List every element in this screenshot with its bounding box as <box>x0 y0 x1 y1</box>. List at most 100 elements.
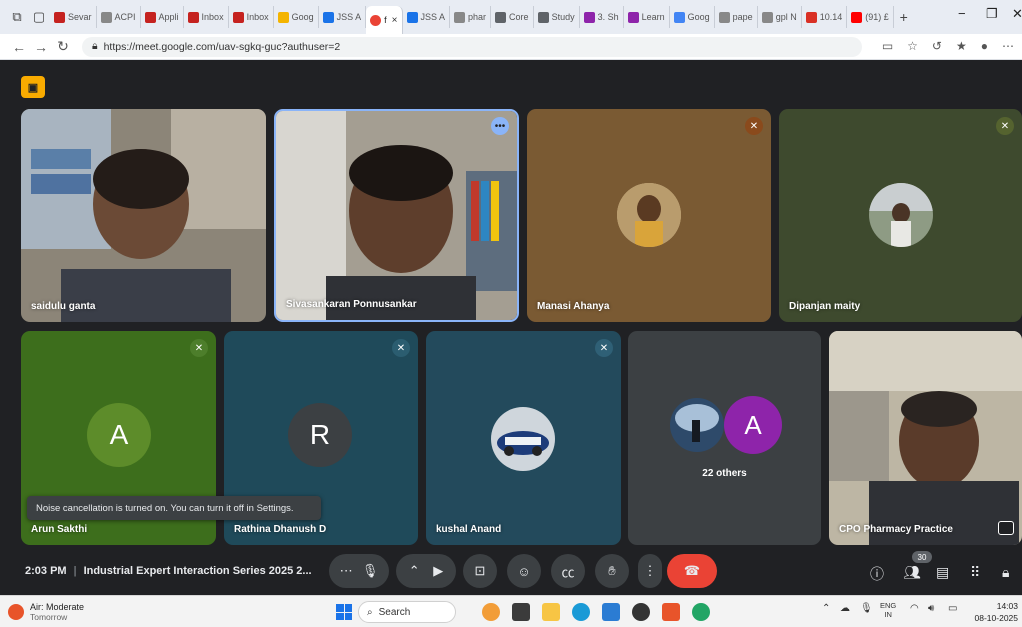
address-bar-row: ← → ↻ 🔒︎ https://meet.google.com/uav-sgk… <box>0 34 1022 60</box>
acrobat-icon[interactable] <box>662 603 680 621</box>
wifi-icon[interactable]: ◠ <box>910 603 919 614</box>
vertical-tabs-icon[interactable]: ▢ <box>28 6 50 28</box>
reload-icon[interactable]: ↻ <box>52 38 74 55</box>
language-indicator[interactable]: ENG IN <box>880 601 896 619</box>
participant-video <box>829 331 1022 545</box>
browser-tab[interactable]: Core <box>491 6 534 28</box>
whatsapp-icon[interactable] <box>692 603 710 621</box>
browser-tab[interactable]: pape <box>715 6 758 28</box>
browser-tab[interactable]: gpl N <box>758 6 802 28</box>
more-menu-icon[interactable]: ⋯ <box>1002 39 1014 53</box>
word-icon[interactable] <box>602 603 620 621</box>
browser-tab[interactable]: Learn <box>624 6 670 28</box>
mic-tray-icon[interactable]: 🎙︎ <box>860 603 873 614</box>
more-options-button[interactable]: ⋮ <box>638 554 662 588</box>
browser-tab[interactable]: ACPI <box>97 6 141 28</box>
audio-controls[interactable]: ⋯ 🎙︎ <box>329 554 389 588</box>
browser-tab[interactable]: Sevar <box>50 6 97 28</box>
camera-icon[interactable]: ▶ <box>433 563 443 579</box>
onedrive-icon[interactable]: ☁︎ <box>840 603 850 614</box>
microphone-icon[interactable]: 🎙︎ <box>362 563 379 579</box>
participant-tile[interactable]: ✕ kushal Anand <box>426 331 621 545</box>
volume-icon[interactable]: 🔊︎ <box>928 603 934 614</box>
participant-tile[interactable]: saidulu ganta <box>21 109 266 322</box>
leave-call-button[interactable]: ☎︎ <box>667 554 717 588</box>
participant-tile[interactable]: ✕ Dipanjan maity <box>779 109 1022 322</box>
profile-avatar[interactable]: ● <box>981 39 988 53</box>
taskbar-clock[interactable]: 14:03 08-10-2025 <box>975 600 1018 624</box>
participant-tile[interactable]: ✕ Manasi Ahanya <box>527 109 771 322</box>
tab-actions-icon[interactable]: ⧉ <box>6 6 28 28</box>
raise-hand-icon: ✋︎ <box>608 563 616 578</box>
tab-google-meet[interactable]: f × <box>366 6 403 34</box>
chat-icon[interactable]: ▤ <box>936 564 949 581</box>
edge-icon[interactable] <box>572 603 590 621</box>
new-tab-button[interactable]: + <box>894 9 914 25</box>
more-options-icon[interactable]: ••• <box>491 117 509 135</box>
others-tile[interactable]: A 22 others <box>628 331 821 545</box>
video-options-icon[interactable]: ⌃ <box>409 563 420 579</box>
url-field[interactable]: 🔒︎ https://meet.google.com/uav-sgkq-guc?… <box>82 36 862 57</box>
maximize-icon[interactable]: ❐ <box>986 6 998 22</box>
tab-label: pape <box>732 12 753 22</box>
activities-icon[interactable]: ⠿ <box>970 564 980 581</box>
browser-tab[interactable]: 3. Sh <box>580 6 624 28</box>
refresh-extension-icon[interactable]: ↺ <box>932 39 942 53</box>
close-window-icon[interactable]: ✕ <box>1012 6 1022 22</box>
others-count-label: 22 others <box>702 468 747 479</box>
weather-widget[interactable]: Air: Moderate Tomorrow <box>8 602 84 622</box>
start-button[interactable] <box>336 604 352 620</box>
copilot-icon[interactable] <box>482 603 500 621</box>
browser-tab[interactable]: Inbox <box>184 6 229 28</box>
tab-favicon-icon <box>232 11 244 23</box>
present-screen-button[interactable]: ⊡ <box>463 554 497 588</box>
browser-tab[interactable]: Study <box>534 6 580 28</box>
task-view-icon[interactable] <box>512 603 530 621</box>
browser-tab[interactable]: 10.14 <box>802 6 848 28</box>
people-icon[interactable]: 👥︎ <box>903 564 921 581</box>
audio-options-icon[interactable]: ⋯ <box>340 563 353 579</box>
present-icon: ⊡ <box>474 563 486 578</box>
video-controls[interactable]: ⌃ ▶ <box>396 554 456 588</box>
forward-icon[interactable]: → <box>30 39 52 55</box>
meeting-title: Industrial Expert Interaction Series 202… <box>83 565 312 577</box>
browser-tab[interactable]: Appli <box>141 6 184 28</box>
emoji-button[interactable]: ☺ <box>507 554 541 588</box>
weather-title: Air: Moderate <box>30 602 85 612</box>
participant-name: CPO Pharmacy Practice <box>839 524 953 535</box>
participant-tile-speaking[interactable]: ••• Sivasankaran Ponnusankar <box>274 109 519 322</box>
profile-photo <box>491 407 555 471</box>
tab-label: Goog <box>291 12 314 22</box>
mic-off-icon: ✕ <box>745 117 763 135</box>
notes-icon[interactable]: ▣ <box>21 76 45 98</box>
browser-tab[interactable]: (91) £ <box>847 6 894 28</box>
host-controls-icon[interactable]: 🔒︎ <box>1002 564 1009 581</box>
browser-tab[interactable]: phar <box>450 6 492 28</box>
minimize-icon[interactable]: − <box>958 6 966 21</box>
chatgpt-icon[interactable] <box>632 603 650 621</box>
captions-button[interactable]: ㏄ <box>551 554 585 588</box>
browser-tab[interactable]: Goog <box>274 6 319 28</box>
taskbar-search[interactable]: ⌕ Search <box>358 601 456 623</box>
profile-photo <box>617 183 681 247</box>
meeting-details-icon[interactable]: ⓘ <box>870 564 884 584</box>
browser-tab[interactable]: Inbox <box>229 6 274 28</box>
browser-tab[interactable]: Goog <box>670 6 715 28</box>
screen-share-icon[interactable]: ▭ <box>882 39 893 53</box>
pin-tile-icon[interactable] <box>998 521 1014 535</box>
back-icon[interactable]: ← <box>8 39 30 55</box>
tab-label: Sevar <box>68 12 92 22</box>
raise-hand-button[interactable]: ✋︎ <box>595 554 629 588</box>
favorites-icon[interactable]: ★ <box>956 39 967 53</box>
show-hidden-icons[interactable]: ⌃ <box>822 603 830 614</box>
battery-icon[interactable]: ▭ <box>948 603 957 614</box>
browser-tab[interactable]: JSS A <box>403 6 451 28</box>
close-tab-icon[interactable]: × <box>392 15 398 26</box>
avatar: R <box>288 403 352 467</box>
tab-favicon-icon <box>454 11 466 23</box>
browser-tab[interactable]: JSS A <box>319 6 367 28</box>
browser-tab-strip: ⧉ ▢ Sevar ACPI Appli Inbox Inbox Goog JSS A f … <box>0 0 1022 34</box>
file-explorer-icon[interactable] <box>542 603 560 621</box>
favorite-star-icon[interactable]: ☆ <box>907 39 918 53</box>
participant-tile[interactable]: CPO Pharmacy Practice <box>829 331 1022 545</box>
